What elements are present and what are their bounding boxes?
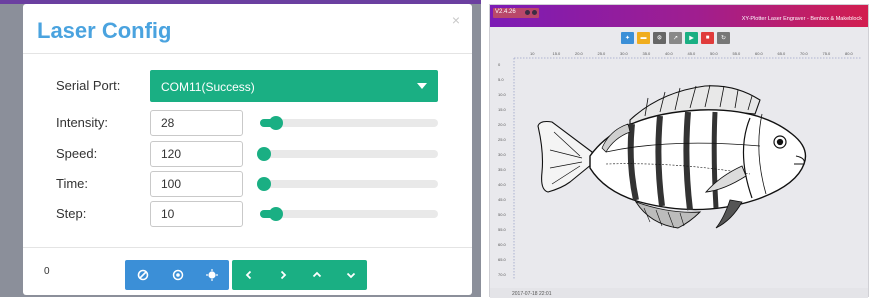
plotter-app-window: V2.4.26 XY-Plotter Laser Engraver - Benb… <box>489 4 870 298</box>
chevron-up-icon <box>312 271 321 278</box>
caret-down-icon <box>417 83 427 89</box>
refresh-button[interactable]: ↻ <box>717 32 730 44</box>
time-slider[interactable] <box>256 177 438 191</box>
move-up-button[interactable] <box>300 260 333 290</box>
slider-track <box>260 119 438 127</box>
crosshair-button[interactable]: ✦ <box>621 32 634 44</box>
slider-track <box>260 180 438 188</box>
laser-config-modal: Laser Config × Serial Port: COM11(Succes… <box>23 4 472 295</box>
speed-slider[interactable] <box>256 147 438 161</box>
laser-off-button[interactable] <box>125 260 160 290</box>
serial-port-value: COM11(Success) <box>161 80 255 94</box>
move-group <box>232 260 367 290</box>
open-file-button[interactable]: ▬ <box>637 32 650 44</box>
intensity-slider[interactable] <box>260 116 438 130</box>
canvas-drawing <box>513 57 862 280</box>
slider-track <box>260 210 438 218</box>
title-bar: V2.4.26 XY-Plotter Laser Engraver - Benb… <box>490 5 868 27</box>
settings-icon: ⚙ <box>656 35 663 42</box>
footer-counter: 0 <box>44 266 50 277</box>
app-title: XY-Plotter Laser Engraver - Benbox & Mak… <box>741 16 862 22</box>
slider-handle[interactable] <box>269 207 284 221</box>
serial-port-label: Serial Port: <box>56 78 121 93</box>
y-tick-label: 65.0 <box>498 257 506 262</box>
chevron-left-icon <box>245 270 251 280</box>
version-label: V2.4.26 <box>495 9 516 15</box>
target-icon <box>172 269 183 281</box>
serial-port-select[interactable]: COM11(Success) <box>150 70 438 102</box>
y-tick-label: 70.0 <box>498 272 506 277</box>
y-tick-label: 25.0 <box>498 137 506 142</box>
speed-input[interactable] <box>150 141 243 167</box>
y-tick-label: 55.0 <box>498 227 506 232</box>
chevron-right-icon <box>280 270 286 280</box>
stop-icon: ■ <box>705 35 710 41</box>
time-input[interactable] <box>150 171 243 197</box>
step-row: Step: <box>23 201 472 227</box>
minimize-icon[interactable] <box>525 10 530 15</box>
block-icon <box>137 269 148 281</box>
folder-icon: ▬ <box>640 35 647 41</box>
sun-icon <box>206 269 218 281</box>
move-right-button[interactable] <box>266 260 299 290</box>
refresh-icon: ↻ <box>720 35 727 42</box>
modal-backdrop: Laser Config × Serial Port: COM11(Succes… <box>0 0 481 297</box>
intensity-input[interactable] <box>150 110 243 136</box>
time-row: Time: <box>23 171 472 197</box>
settings-button[interactable]: ⚙ <box>653 32 666 44</box>
y-tick-label: 15.0 <box>498 107 506 112</box>
y-tick-label: 5.0 <box>498 77 504 82</box>
crosshair-icon: ✦ <box>624 35 631 42</box>
y-tick-label: 0 <box>498 62 501 67</box>
laser-focus-button[interactable] <box>160 260 195 290</box>
maximize-icon[interactable] <box>532 10 537 15</box>
slider-handle[interactable] <box>256 147 271 161</box>
modal-title: Laser Config <box>37 18 172 43</box>
speed-row: Speed: <box>23 141 472 167</box>
laser-action-group <box>125 260 229 290</box>
serial-port-row: Serial Port: COM11(Success) <box>23 70 472 102</box>
connect-button[interactable]: ↗ <box>669 32 682 44</box>
modal-header: Laser Config × <box>23 4 472 54</box>
y-tick-label: 10.0 <box>498 92 506 97</box>
y-tick-label: 50.0 <box>498 212 506 217</box>
status-timestamp: 2017-07-18 22:01 <box>512 291 552 297</box>
step-label: Step: <box>56 206 87 221</box>
fish-image <box>537 84 807 229</box>
y-tick-label: 20.0 <box>498 122 506 127</box>
y-tick-label: 40.0 <box>498 182 506 187</box>
chevron-down-icon <box>346 272 355 279</box>
move-left-button[interactable] <box>232 260 265 290</box>
intensity-row: Intensity: <box>23 110 472 136</box>
start-button[interactable]: ▶ <box>685 32 698 44</box>
y-tick-label: 35.0 <box>498 167 506 172</box>
close-icon[interactable]: × <box>452 12 460 28</box>
y-tick-label: 60.0 <box>498 242 506 247</box>
play-icon: ▶ <box>689 35 694 42</box>
slider-track <box>260 150 438 158</box>
step-input[interactable] <box>150 201 243 227</box>
modal-footer: 0 <box>23 247 472 295</box>
engraving-canvas[interactable]: 10 15.0 20.0 25.0 30.0 35.0 40.0 45.0 50.0 55.0 60… <box>498 51 870 284</box>
speed-label: Speed: <box>56 146 98 161</box>
slider-handle[interactable] <box>256 177 271 191</box>
y-tick-label: 45.0 <box>498 197 506 202</box>
laser-on-button[interactable] <box>195 260 229 290</box>
link-icon: ↗ <box>672 35 679 42</box>
intensity-label: Intensity: <box>56 115 109 130</box>
step-slider[interactable] <box>260 207 438 221</box>
slider-handle[interactable] <box>269 116 284 130</box>
time-label: Time: <box>56 176 89 191</box>
stop-button[interactable]: ■ <box>701 32 714 44</box>
move-down-button[interactable] <box>334 260 367 290</box>
y-tick-label: 30.0 <box>498 152 506 157</box>
